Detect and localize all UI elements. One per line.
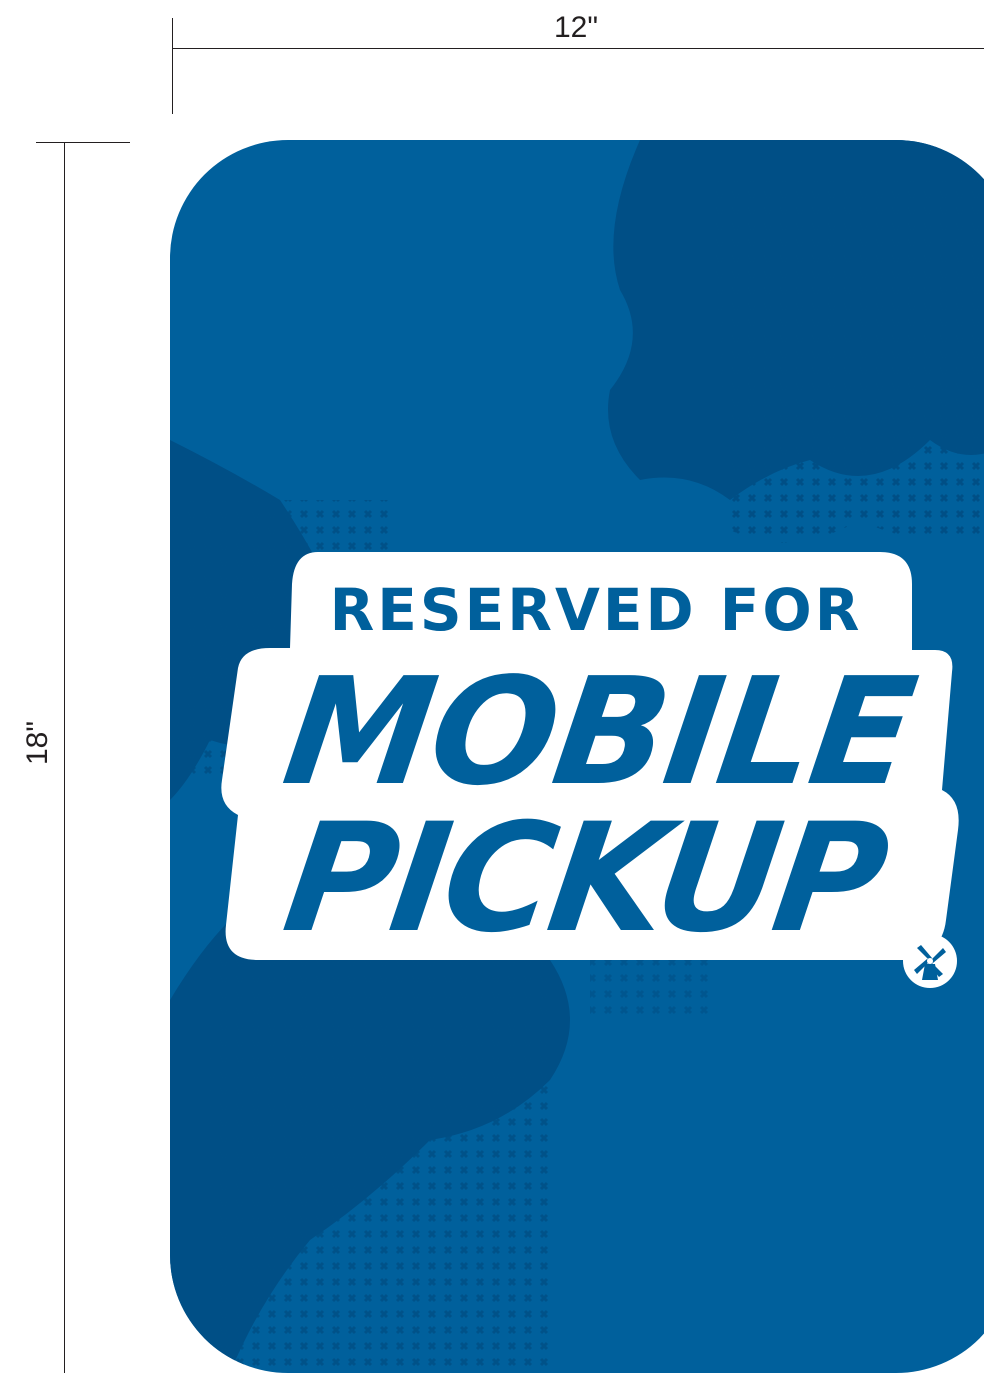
- height-dimension-line: [64, 142, 65, 1373]
- width-dimension: 12": [172, 12, 984, 114]
- height-dimension: 18": [21, 142, 130, 1374]
- width-dimension-line: [172, 48, 984, 49]
- windmill-icon: [903, 934, 957, 988]
- width-dimension-label: 12": [554, 11, 599, 44]
- grunge-texture: [170, 140, 984, 1373]
- height-dimension-tick: [36, 142, 130, 143]
- sign-panel: [170, 140, 984, 1373]
- height-dimension-label: 18": [21, 720, 54, 766]
- width-dimension-tick: [172, 18, 173, 114]
